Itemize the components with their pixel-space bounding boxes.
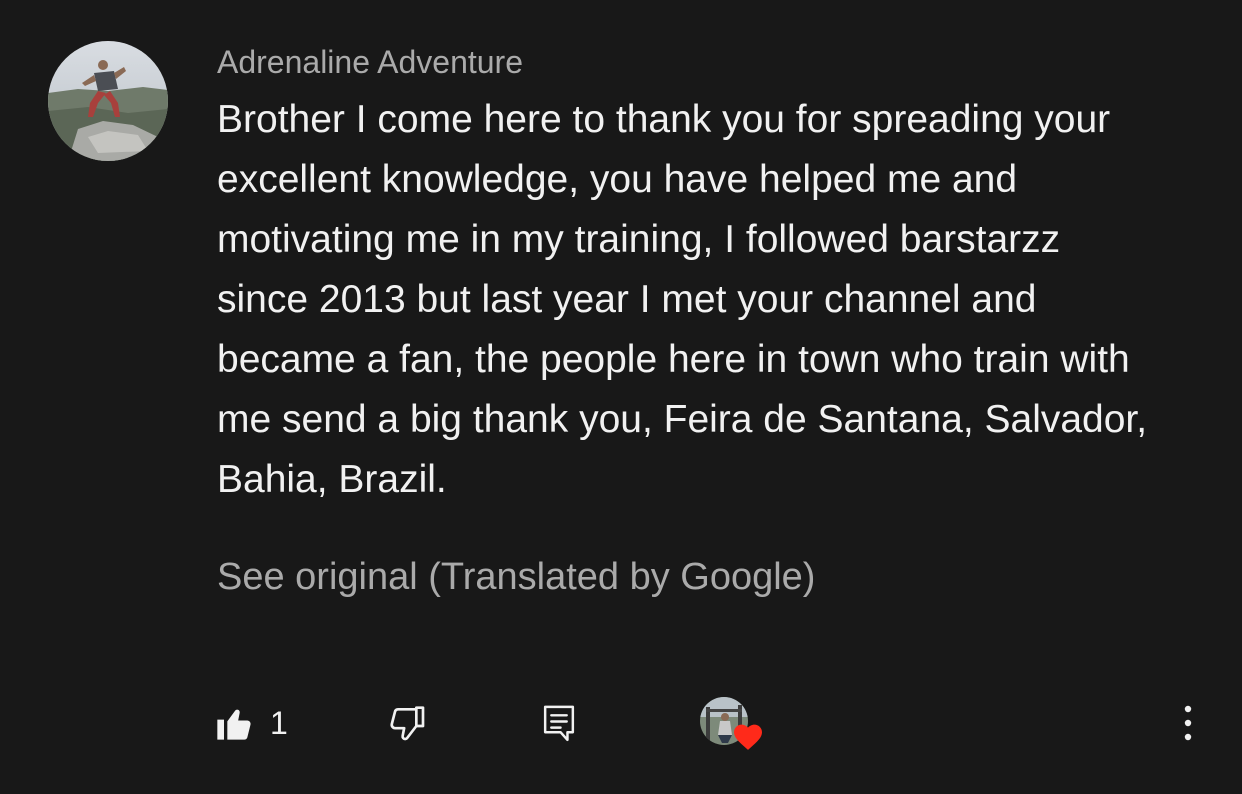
comment-line: me send a big thank you, Feira de Santan… bbox=[217, 398, 1148, 441]
comment-line: Bahia, Brazil. bbox=[217, 458, 447, 501]
see-original-link[interactable]: See original (Translated by Google) bbox=[217, 553, 815, 601]
heart-icon bbox=[734, 724, 762, 750]
more-vertical-icon bbox=[1184, 705, 1192, 741]
thumbs-down-icon bbox=[390, 706, 425, 741]
comment-line: excellent knowledge, you have helped me … bbox=[217, 158, 1018, 201]
comment-line: motivating me in my training, I followed… bbox=[217, 218, 1061, 261]
like-count: 1 bbox=[270, 705, 288, 741]
creator-heart[interactable] bbox=[700, 697, 766, 753]
more-options-button[interactable] bbox=[1172, 700, 1204, 746]
reply-button[interactable] bbox=[538, 700, 580, 746]
comment-line: became a fan, the people here in town wh… bbox=[217, 338, 1130, 381]
reply-comment-icon bbox=[543, 705, 575, 742]
thumbs-up-icon bbox=[217, 709, 251, 740]
comment-author[interactable]: Adrenaline Adventure bbox=[217, 42, 523, 82]
commenter-avatar[interactable] bbox=[48, 41, 168, 161]
comment-line: since 2013 but last year I met your chan… bbox=[217, 278, 1037, 321]
comment-text: Brother I come here to thank you for spr… bbox=[217, 90, 1217, 510]
comment-line: Brother I come here to thank you for spr… bbox=[217, 98, 1111, 141]
like-button[interactable]: 1 bbox=[214, 700, 288, 746]
dislike-button[interactable] bbox=[386, 700, 430, 746]
avatar-image bbox=[48, 41, 168, 161]
